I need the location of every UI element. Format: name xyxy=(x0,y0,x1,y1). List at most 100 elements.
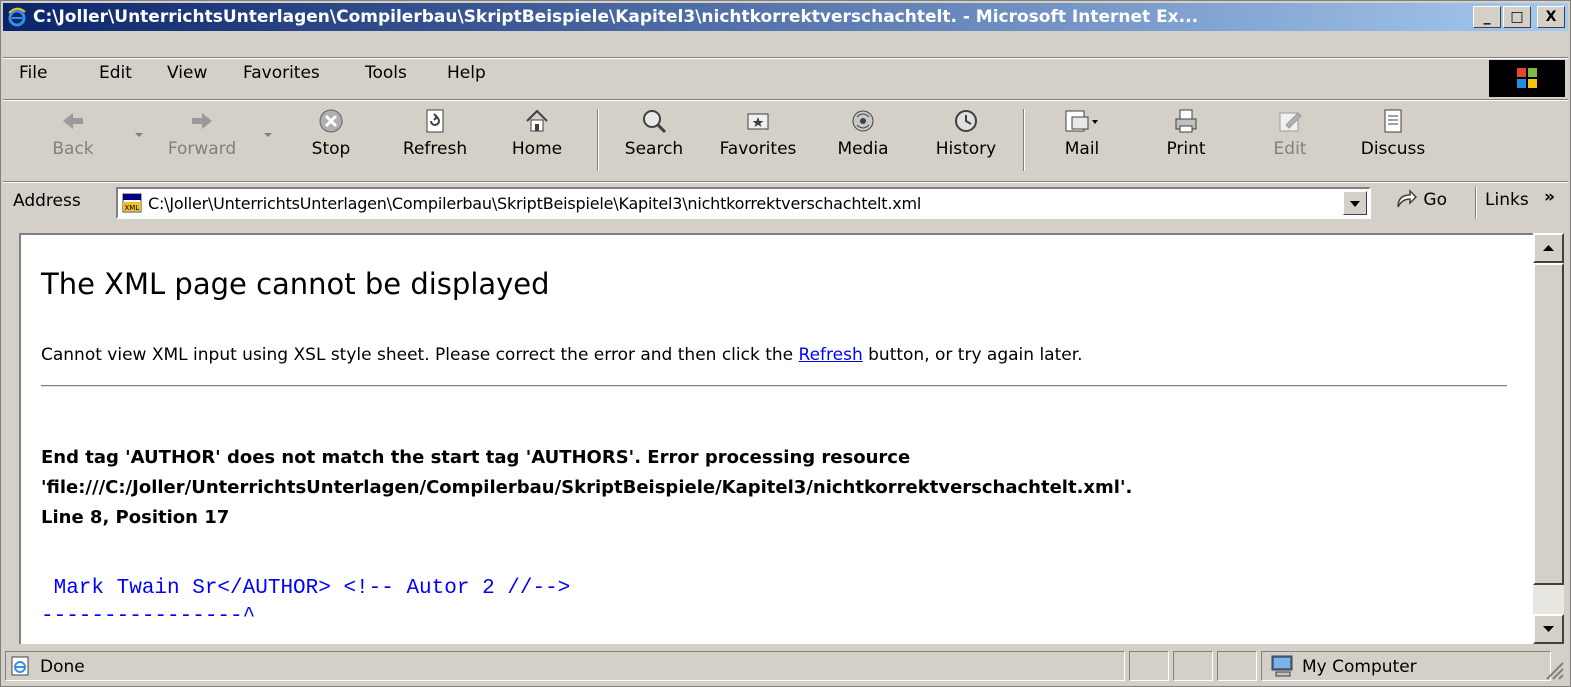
windows-logo-icon xyxy=(1489,60,1565,97)
toolbar-separator xyxy=(1023,109,1025,171)
links-button[interactable]: Links xyxy=(1485,190,1529,210)
print-button[interactable]: Print xyxy=(1159,107,1213,159)
back-arrow-icon xyxy=(63,113,83,129)
search-button[interactable]: Search xyxy=(619,107,689,159)
favorites-label: Favorites xyxy=(719,139,797,159)
xml-file-icon: XML xyxy=(122,193,142,213)
toolbar-bottom-divider xyxy=(3,181,1568,183)
menu-file[interactable]: File xyxy=(19,63,47,83)
horizontal-rule xyxy=(41,385,1507,387)
menu-tools[interactable]: Tools xyxy=(365,63,407,83)
media-button[interactable]: Media xyxy=(833,107,893,159)
forward-arrow-icon xyxy=(192,113,212,129)
links-chevron-icon[interactable]: » xyxy=(1544,187,1555,207)
discuss-label: Discuss xyxy=(1360,139,1426,159)
search-icon xyxy=(643,110,667,134)
status-text: Done xyxy=(40,657,85,677)
vertical-scrollbar[interactable] xyxy=(1533,233,1564,644)
ie-page-icon xyxy=(11,656,29,676)
zone-label: My Computer xyxy=(1302,657,1417,677)
page-content: The XML page cannot be displayed Cannot … xyxy=(19,233,1533,644)
security-zone-panel: My Computer xyxy=(1261,651,1551,681)
resize-grip-icon[interactable] xyxy=(1543,659,1565,681)
mail-button[interactable]: Mail xyxy=(1053,107,1111,159)
search-label: Search xyxy=(624,139,684,159)
edit-button[interactable]: Edit xyxy=(1267,107,1313,159)
status-bar: Done My Computer xyxy=(3,649,1568,685)
forward-button[interactable]: Forward xyxy=(159,107,245,159)
go-label: Go xyxy=(1423,190,1447,210)
edit-icon xyxy=(1279,112,1302,132)
status-main-panel: Done xyxy=(5,651,1125,681)
error-details: End tag 'AUTHOR' does not match the star… xyxy=(41,443,1132,533)
go-button[interactable]: Go xyxy=(1394,189,1447,211)
status-panel xyxy=(1129,651,1169,681)
favorites-button[interactable]: Favorites xyxy=(711,107,805,159)
scroll-down-arrow-icon xyxy=(1543,626,1554,632)
go-arrow-icon xyxy=(1397,189,1418,208)
status-panel xyxy=(1217,651,1257,681)
history-button[interactable]: History xyxy=(929,107,1003,159)
svg-text:XML: XML xyxy=(125,204,140,212)
menu-edit[interactable]: Edit xyxy=(99,63,132,83)
scroll-thumb[interactable] xyxy=(1533,263,1564,585)
discuss-icon xyxy=(1384,109,1402,133)
menu-favorites[interactable]: Favorites xyxy=(243,63,320,83)
minimize-button[interactable]: _ xyxy=(1473,6,1501,28)
mail-label: Mail xyxy=(1064,139,1100,159)
my-computer-icon xyxy=(1271,655,1293,677)
refresh-label: Refresh xyxy=(402,139,468,159)
scroll-down-button[interactable] xyxy=(1533,614,1564,644)
print-label: Print xyxy=(1166,139,1206,159)
menu-help[interactable]: Help xyxy=(447,63,486,83)
address-dropdown-button[interactable] xyxy=(1343,191,1367,215)
source-excerpt: Mark Twain Sr</AUTHOR> <!-- Autor 2 //--… xyxy=(41,575,570,631)
ie-logo-icon xyxy=(8,7,26,27)
error-message: Cannot view XML input using XSL style sh… xyxy=(41,345,1083,365)
links-separator xyxy=(1475,187,1477,219)
media-label: Media xyxy=(837,139,889,159)
scroll-up-arrow-icon xyxy=(1543,245,1554,251)
address-field[interactable]: XML C:\Joller\UnterrichtsUnterlagen\Comp… xyxy=(116,187,1371,219)
address-label: Address xyxy=(13,191,81,211)
menubar-top-divider xyxy=(3,57,1568,59)
message-text-before: Cannot view XML input using XSL style sh… xyxy=(41,345,799,365)
media-icon xyxy=(852,110,874,132)
error-line-1: End tag 'AUTHOR' does not match the star… xyxy=(41,447,911,468)
window-title: C:\Joller\UnterrichtsUnterlagen\Compiler… xyxy=(33,7,1199,27)
title-bar[interactable]: C:\Joller\UnterrichtsUnterlagen\Compiler… xyxy=(3,3,1568,31)
page-heading: The XML page cannot be displayed xyxy=(41,267,550,301)
refresh-link[interactable]: Refresh xyxy=(799,345,863,365)
back-label: Back xyxy=(52,139,94,159)
status-panel xyxy=(1173,651,1213,681)
forward-label: Forward xyxy=(167,139,237,159)
home-icon xyxy=(526,109,548,132)
source-line: Mark Twain Sr</AUTHOR> <!-- Autor 2 //--… xyxy=(41,577,571,600)
back-dropdown-icon[interactable] xyxy=(135,133,143,137)
close-button[interactable]: X xyxy=(1537,6,1565,28)
stop-icon xyxy=(319,109,343,133)
history-icon xyxy=(955,110,977,132)
message-text-after: button, or try again later. xyxy=(862,345,1083,365)
forward-dropdown-icon[interactable] xyxy=(264,133,272,137)
error-caret-line: ----------------^ xyxy=(41,605,256,628)
stop-button[interactable]: Stop xyxy=(307,107,355,159)
refresh-button[interactable]: Refresh xyxy=(395,107,475,159)
error-line-2: 'file:///C:/Joller/UnterrichtsUnterlagen… xyxy=(41,477,1133,498)
error-line-3: Line 8, Position 17 xyxy=(41,507,230,528)
maximize-button[interactable]: □ xyxy=(1503,6,1531,28)
stop-label: Stop xyxy=(311,139,351,159)
home-label: Home xyxy=(511,139,563,159)
menu-view[interactable]: View xyxy=(167,63,207,83)
address-url: C:\Joller\UnterrichtsUnterlagen\Compiler… xyxy=(148,194,922,213)
menubar-bottom-divider xyxy=(3,99,1568,101)
edit-label: Edit xyxy=(1273,139,1307,159)
scroll-up-button[interactable] xyxy=(1533,233,1564,263)
print-icon xyxy=(1175,109,1197,133)
browser-window: C:\Joller\UnterrichtsUnterlagen\Compiler… xyxy=(0,0,1571,687)
refresh-icon xyxy=(426,109,444,133)
toolbar-separator xyxy=(597,109,599,171)
discuss-button[interactable]: Discuss xyxy=(1355,107,1431,159)
home-button[interactable]: Home xyxy=(507,107,567,159)
back-button[interactable]: Back xyxy=(45,107,101,159)
